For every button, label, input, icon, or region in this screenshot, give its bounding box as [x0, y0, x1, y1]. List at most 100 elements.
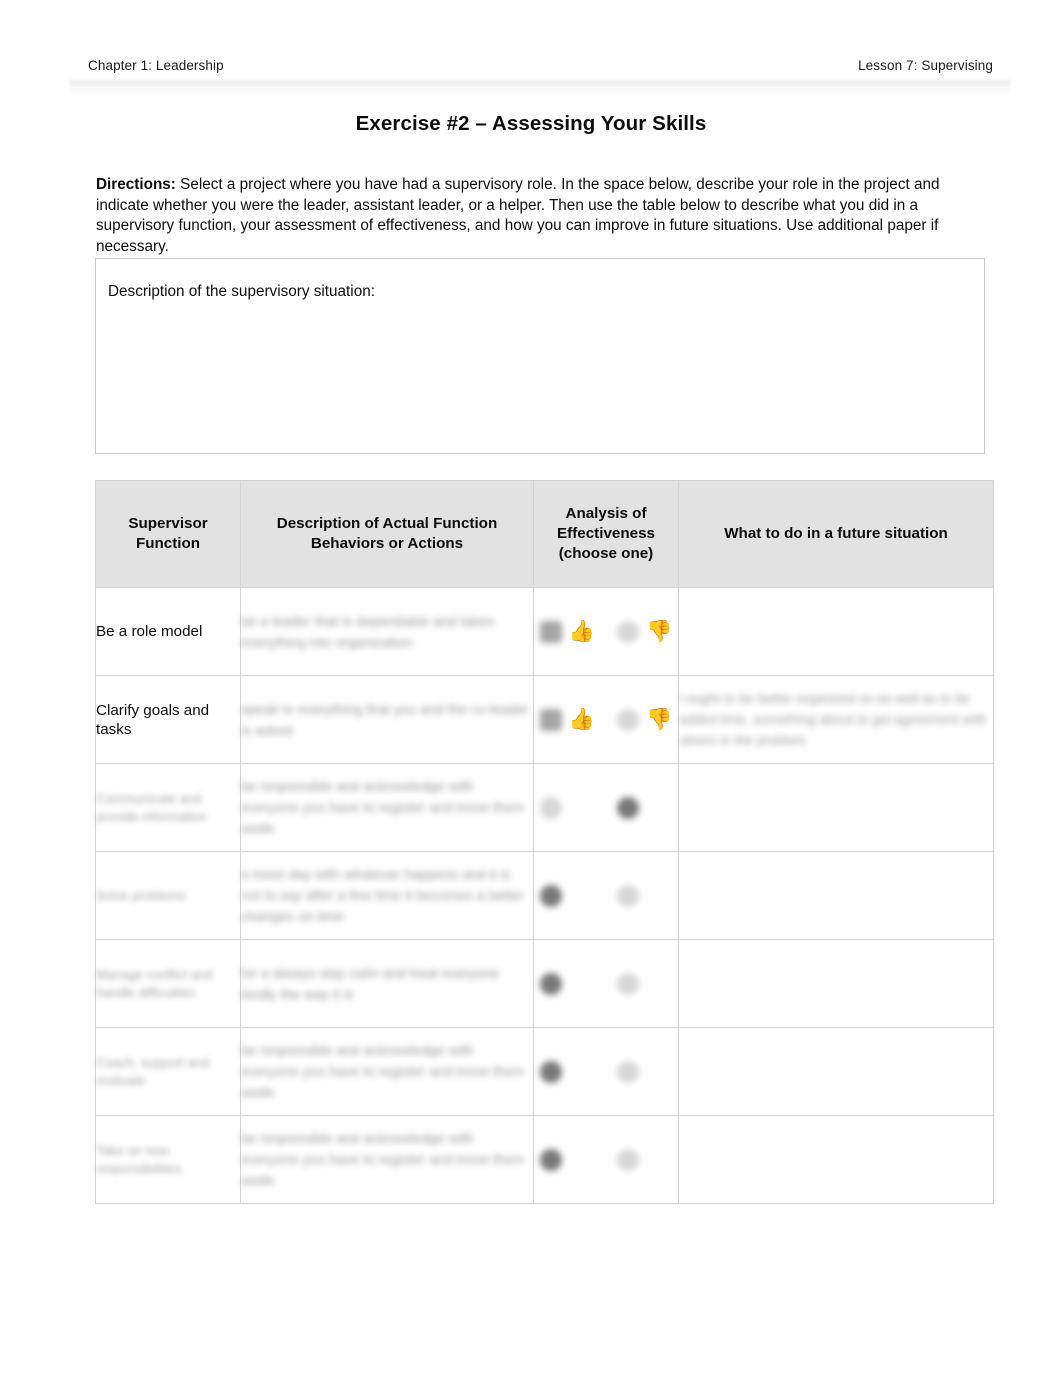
function-label: Communicate and provide information [96, 790, 207, 824]
cell-effectiveness[interactable]: 👍 👎 [533, 587, 679, 676]
cell-supervisor-function: Clarify goals and tasks [95, 675, 241, 764]
selection-mark [539, 620, 562, 643]
header-divider [70, 80, 1010, 94]
cell-description[interactable]: be responsible and acknowledge with ever… [240, 763, 534, 852]
effectiveness-option-negative[interactable]: 👎 [617, 1148, 672, 1171]
cell-description[interactable]: be a leader that is dependable and takes… [240, 587, 534, 676]
cell-effectiveness[interactable]: 👍 👎 [533, 1027, 679, 1116]
handwritten-response: a more day with whatever happens and it … [241, 866, 525, 924]
cell-effectiveness[interactable]: 👍 👎 [533, 939, 679, 1028]
column-header-analysis: Analysis of Effectiveness (choose one) [533, 480, 679, 588]
thumbs-down-icon: 👎 [646, 620, 673, 643]
cell-supervisor-function: Manage conflict and handle difficulties [95, 939, 241, 1028]
selection-mark [617, 1148, 639, 1171]
directions-text: Select a project where you have had a su… [96, 176, 940, 255]
effectiveness-option-positive[interactable]: 👍 [539, 1148, 595, 1171]
cell-future-situation[interactable]: I ought to be better organized so as wel… [678, 675, 994, 764]
skills-assessment-table: Supervisor Function Description of Actua… [95, 480, 994, 1204]
handwritten-response: speak to everything that you and the co-… [241, 700, 529, 738]
effectiveness-option-negative[interactable]: 👎 [617, 972, 672, 995]
header-line: (choose one) [558, 545, 654, 562]
effectiveness-option-negative[interactable]: 👎 [617, 796, 672, 819]
handwritten-response: be responsible and acknowledge with ever… [241, 778, 525, 836]
column-header-supervisor-function: Supervisor Function [95, 480, 241, 588]
table-row: Coach, support and motivate be responsib… [95, 1027, 994, 1116]
effectiveness-option-positive[interactable]: 👍 [539, 708, 595, 731]
page-title: Exercise #2 – Assessing Your Skills [355, 112, 707, 135]
effectiveness-option-positive[interactable]: 👍 [539, 972, 595, 995]
selection-mark [617, 1060, 639, 1083]
selection-mark [617, 620, 639, 643]
function-label: Coach, support and motivate [96, 1054, 210, 1088]
handwritten-response: for a always stay calm and treat everyon… [241, 964, 500, 1002]
effectiveness-option-negative[interactable]: 👎 [617, 620, 673, 643]
thumbs-up-icon: 👍 [568, 620, 595, 643]
column-header-future-situation: What to do in a future situation [678, 480, 994, 588]
cell-supervisor-function: Solve problems [95, 851, 241, 940]
thumbs-up-icon: 👍 [568, 708, 595, 731]
selection-mark [617, 708, 639, 731]
table-row: Clarify goals and tasks speak to everyth… [95, 675, 994, 764]
cell-future-situation[interactable] [678, 1115, 994, 1204]
header-line: Effectiveness [557, 525, 655, 542]
cell-effectiveness[interactable]: 👍 👎 [533, 1115, 679, 1204]
cell-description[interactable]: a more day with whatever happens and it … [240, 851, 534, 940]
cell-description[interactable]: speak to everything that you and the co-… [240, 675, 534, 764]
header-line: Behaviors or Actions [310, 535, 464, 552]
header-line: Supervisor [128, 515, 208, 532]
effectiveness-option-negative[interactable]: 👎 [617, 1060, 672, 1083]
running-head-right: Lesson 7: Supervising [858, 58, 993, 73]
header-line: Function [135, 535, 201, 552]
cell-future-situation[interactable] [678, 939, 994, 1028]
document-page: Chapter 1: Leadership Lesson 7: Supervis… [0, 0, 1062, 1377]
effectiveness-option-positive[interactable]: 👍 [539, 620, 595, 643]
table-row: Communicate and provide information be r… [95, 763, 994, 852]
function-label: Solve problems [96, 887, 186, 903]
cell-effectiveness[interactable]: 👍 👎 [533, 675, 679, 764]
header-line: Description of Actual Function [276, 515, 498, 532]
function-label: Take on new responsibilities [96, 1142, 182, 1176]
description-box-label: Description of the supervisory situation… [108, 283, 375, 300]
handwritten-response: I ought to be better organized so as wel… [679, 691, 987, 748]
directions-paragraph: Directions: Select a project where you h… [96, 175, 994, 257]
effectiveness-option-positive[interactable]: 👍 [539, 1060, 595, 1083]
handwritten-response: be responsible and acknowledge with ever… [241, 1130, 525, 1188]
effectiveness-option-negative[interactable]: 👎 [617, 884, 672, 907]
column-header-description: Description of Actual Function Behaviors… [240, 480, 534, 588]
cell-description[interactable]: be responsible and acknowledge with ever… [240, 1027, 534, 1116]
cell-future-situation[interactable] [678, 587, 994, 676]
function-label: Manage conflict and handle difficulties [96, 966, 213, 1000]
cell-description[interactable]: be responsible and acknowledge with ever… [240, 1115, 534, 1204]
cell-effectiveness[interactable]: 👍 👎 [533, 851, 679, 940]
table-header-row: Supervisor Function Description of Actua… [95, 480, 994, 588]
effectiveness-option-positive[interactable]: 👍 [539, 884, 595, 907]
selection-mark [617, 884, 639, 907]
directions-label: Directions: [96, 176, 176, 194]
effectiveness-option-positive[interactable]: 👍 [539, 796, 595, 819]
handwritten-response: be responsible and acknowledge with ever… [241, 1042, 525, 1100]
selection-mark [539, 972, 562, 995]
cell-future-situation[interactable] [678, 763, 994, 852]
cell-supervisor-function: Coach, support and motivate [95, 1027, 241, 1116]
selection-mark [539, 796, 562, 819]
effectiveness-option-negative[interactable]: 👎 [617, 708, 672, 731]
table-row: Take on new responsibilities be responsi… [95, 1115, 994, 1204]
description-box[interactable]: Description of the supervisory situation… [95, 258, 985, 454]
cell-future-situation[interactable] [678, 851, 994, 940]
handwritten-response: be a leader that is dependable and takes… [241, 612, 494, 650]
function-label: Be a role model [96, 623, 203, 640]
cell-supervisor-function: Communicate and provide information [95, 763, 241, 852]
selection-mark [539, 884, 562, 907]
selection-mark [539, 1148, 562, 1171]
selection-mark [617, 796, 639, 819]
running-head-left: Chapter 1: Leadership [88, 58, 224, 73]
cell-effectiveness[interactable]: 👍 👎 [533, 763, 679, 852]
selection-mark [617, 972, 639, 995]
header-line: Analysis of [565, 505, 647, 522]
cell-future-situation[interactable] [678, 1027, 994, 1116]
table-row: Manage conflict and handle difficulties … [95, 939, 994, 1028]
cell-description[interactable]: for a always stay calm and treat everyon… [240, 939, 534, 1028]
function-label: Clarify goals and tasks [96, 701, 210, 738]
table-row: Solve problems a more day with whatever … [95, 851, 994, 940]
selection-mark [539, 1060, 562, 1083]
